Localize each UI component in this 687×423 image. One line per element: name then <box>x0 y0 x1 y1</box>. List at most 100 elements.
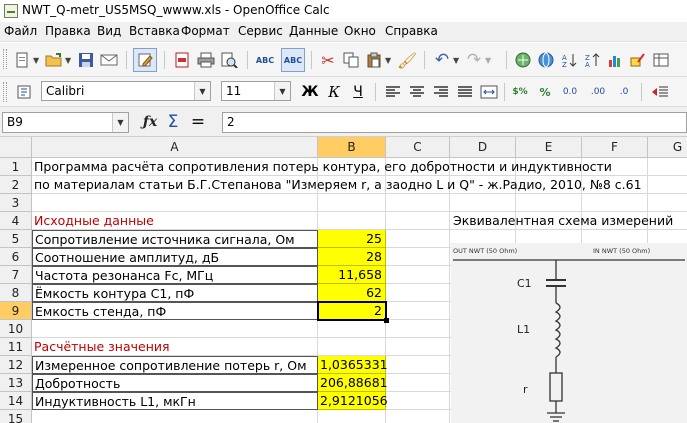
page-preview-icon[interactable] <box>219 50 239 70</box>
chevron-down-icon[interactable]: ▼ <box>274 82 290 100</box>
cell-a6[interactable]: Соотношение амплитуд, дБ <box>32 248 318 266</box>
menu-tools[interactable]: Сервис <box>238 24 283 38</box>
font-name-select[interactable]: Calibri ▼ <box>41 81 211 101</box>
column-header-f[interactable]: F <box>582 137 648 158</box>
new-document-icon[interactable] <box>12 50 32 70</box>
standard-format-icon[interactable]: 0.0 <box>560 82 580 102</box>
align-right-icon[interactable] <box>431 82 451 102</box>
copy-icon[interactable] <box>341 50 361 70</box>
column-header-d[interactable]: D <box>450 137 516 158</box>
justify-icon[interactable] <box>455 82 475 102</box>
cell-a7[interactable]: Частота резонанса Fc, МГц <box>32 266 318 284</box>
spreadsheet-grid[interactable]: A B C D E F G 1 2 3 4 5 6 7 8 9 10 11 12… <box>0 137 687 423</box>
row-header-1[interactable]: 1 <box>0 158 32 176</box>
chevron-down-icon[interactable]: ▼ <box>33 56 39 65</box>
cell-a11[interactable]: Расчётные значения <box>32 338 172 356</box>
cell-b5[interactable]: 25 <box>318 230 386 248</box>
row-header-5[interactable]: 5 <box>0 230 32 248</box>
email-icon[interactable] <box>99 50 119 70</box>
decrease-indent-icon[interactable] <box>650 82 670 102</box>
menu-data[interactable]: Данные <box>289 24 338 38</box>
cell-b7[interactable]: 11,658 <box>318 266 386 284</box>
cell-a4[interactable]: Исходные данные <box>32 212 156 230</box>
currency-format-icon[interactable]: $% <box>510 82 530 102</box>
function-wizard-icon[interactable]: ƒx <box>140 112 160 132</box>
row-header-15[interactable]: 15 <box>0 410 32 423</box>
equals-icon[interactable]: = <box>188 112 208 132</box>
row-header-9[interactable]: 9 <box>0 302 32 320</box>
column-header-e[interactable]: E <box>516 137 582 158</box>
row-header-6[interactable]: 6 <box>0 248 32 266</box>
menu-window[interactable]: Окно <box>344 24 376 38</box>
menu-view[interactable]: Вид <box>97 24 121 38</box>
align-left-icon[interactable] <box>383 82 403 102</box>
row-header-14[interactable]: 14 <box>0 392 32 410</box>
cell-a8[interactable]: Ёмкость контура С1, пФ <box>32 284 318 302</box>
redo-icon[interactable]: ↷ <box>464 50 484 70</box>
row-header-10[interactable]: 10 <box>0 320 32 338</box>
sum-icon[interactable]: Σ <box>163 112 183 132</box>
cell-a1[interactable]: Программа расчёта сопротивления потерь к… <box>32 158 614 176</box>
cut-icon[interactable]: ✂ <box>318 50 338 70</box>
font-size-select[interactable]: 11 ▼ <box>221 81 291 101</box>
data-pilot-icon[interactable] <box>651 50 671 70</box>
row-header-2[interactable]: 2 <box>0 176 32 194</box>
sort-ascending-icon[interactable]: AZ <box>559 50 579 70</box>
undo-icon[interactable]: ↶ <box>432 50 452 70</box>
cell-b14[interactable]: 2,9121056 <box>318 392 388 410</box>
menu-file[interactable]: Файл <box>4 24 37 38</box>
print-icon[interactable] <box>196 50 216 70</box>
navigator-icon[interactable] <box>513 50 533 70</box>
hyperlink-icon[interactable] <box>536 50 556 70</box>
cell-a12[interactable]: Измеренное сопротивление потерь r, Ом <box>32 356 318 374</box>
select-all-corner[interactable] <box>0 137 32 158</box>
row-header-11[interactable]: 11 <box>0 338 32 356</box>
percent-format-icon[interactable]: % <box>535 82 555 102</box>
column-header-b[interactable]: B <box>318 137 386 158</box>
styles-formatting-icon[interactable] <box>14 82 34 102</box>
cell-b6[interactable]: 28 <box>318 248 386 266</box>
sort-descending-icon[interactable]: ZA <box>582 50 602 70</box>
align-center-icon[interactable] <box>407 82 427 102</box>
row-header-7[interactable]: 7 <box>0 266 32 284</box>
autospellcheck-icon[interactable]: ABC <box>281 48 305 72</box>
edit-mode-icon[interactable] <box>133 48 157 72</box>
column-header-g[interactable]: G <box>648 137 687 158</box>
cell-b13[interactable]: 206,88681 <box>318 374 388 392</box>
chevron-down-icon[interactable]: ▼ <box>65 56 71 65</box>
save-icon[interactable] <box>76 50 96 70</box>
merge-cells-icon[interactable] <box>479 82 499 102</box>
cell-b12[interactable]: 1,0365331 <box>318 356 388 374</box>
open-folder-icon[interactable] <box>44 50 64 70</box>
menu-help[interactable]: Справка <box>385 24 438 38</box>
menu-format[interactable]: Формат <box>181 24 230 38</box>
toolbar-grip[interactable] <box>3 49 7 69</box>
cell-b8[interactable]: 62 <box>318 284 386 302</box>
chevron-down-icon[interactable]: ▼ <box>385 56 391 65</box>
chevron-down-icon[interactable]: ▼ <box>453 56 459 65</box>
italic-icon[interactable]: К <box>324 82 344 102</box>
column-header-c[interactable]: C <box>386 137 450 158</box>
row-header-3[interactable]: 3 <box>0 194 32 212</box>
cell-a9[interactable]: Емкость стенда, пФ <box>32 302 318 320</box>
name-box[interactable]: B9 ▼ <box>2 112 129 133</box>
cell-a2[interactable]: по материалам статьи Б.Г.Степанова "Изме… <box>32 176 644 194</box>
clone-formatting-icon[interactable]: 🖌 <box>397 50 417 70</box>
menu-edit[interactable]: Правка <box>45 24 91 38</box>
row-header-4[interactable]: 4 <box>0 212 32 230</box>
row-header-13[interactable]: 13 <box>0 374 32 392</box>
underline-icon[interactable]: Ч <box>348 82 368 102</box>
chevron-down-icon[interactable]: ▼ <box>112 113 128 132</box>
chevron-down-icon[interactable]: ▼ <box>485 56 491 65</box>
cell-a5[interactable]: Сопротивление источника сигнала, Ом <box>32 230 318 248</box>
cell-d4[interactable]: Эквивалентная схема измерений <box>451 212 675 230</box>
export-pdf-icon[interactable] <box>172 50 192 70</box>
formula-input[interactable]: 2 <box>222 112 687 133</box>
chart-icon[interactable] <box>605 50 625 70</box>
delete-decimal-icon[interactable]: .0 <box>614 82 634 102</box>
toolbar-grip[interactable] <box>3 82 7 102</box>
draw-functions-icon[interactable] <box>628 50 648 70</box>
paste-icon[interactable] <box>364 50 384 70</box>
row-header-8[interactable]: 8 <box>0 284 32 302</box>
cell-a13[interactable]: Добротность <box>32 374 318 392</box>
